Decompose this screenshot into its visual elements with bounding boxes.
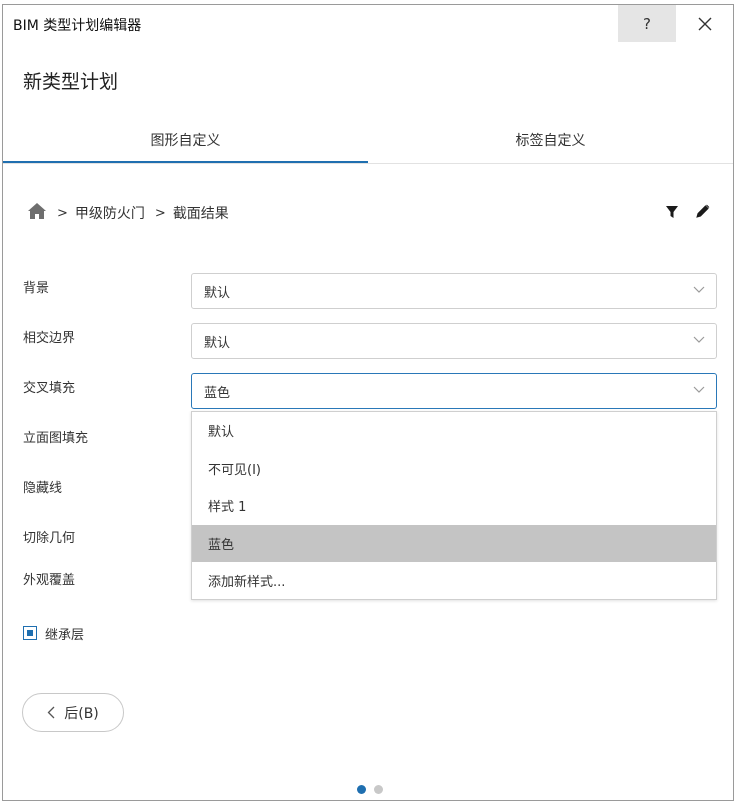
editor-window: BIM 类型计划编辑器 ? 新类型计划 图形自定义 标签自定义 > 甲级防火门 … bbox=[2, 4, 734, 801]
help-button[interactable]: ? bbox=[618, 5, 676, 42]
intersect-border-select[interactable]: 默认 bbox=[191, 323, 717, 359]
intersect-border-value: 默认 bbox=[204, 335, 231, 351]
home-icon[interactable] bbox=[27, 202, 47, 224]
cross-fill-dropdown: 默认 不可见(I) 样式 1 蓝色 添加新样式... bbox=[191, 411, 717, 600]
back-button[interactable]: 后(B) bbox=[22, 693, 124, 732]
edit-pencil-icon[interactable] bbox=[695, 204, 710, 223]
dropdown-option-add-style[interactable]: 添加新样式... bbox=[192, 562, 716, 600]
background-select[interactable]: 默认 bbox=[191, 273, 717, 309]
close-button[interactable] bbox=[679, 5, 731, 42]
checkbox-checked-mark bbox=[27, 630, 33, 636]
elevation-fill-label: 立面图填充 bbox=[23, 431, 89, 446]
dropdown-option-invisible[interactable]: 不可见(I) bbox=[192, 450, 716, 488]
page-dot-active[interactable] bbox=[357, 785, 366, 794]
breadcrumb-item-section-result: 截面结果 bbox=[172, 206, 229, 222]
chevron-left-icon bbox=[47, 706, 55, 719]
background-label: 背景 bbox=[23, 281, 50, 296]
window-title: BIM 类型计划编辑器 bbox=[13, 18, 142, 34]
breadcrumb-separator: > bbox=[57, 205, 68, 221]
dropdown-option-style-1[interactable]: 样式 1 bbox=[192, 487, 716, 525]
tab-bar: 图形自定义 标签自定义 bbox=[3, 123, 733, 164]
page-title: 新类型计划 bbox=[23, 71, 119, 93]
back-button-label: 后(B) bbox=[64, 705, 99, 722]
breadcrumb-separator: > bbox=[154, 205, 166, 221]
dropdown-option-blue[interactable]: 蓝色 bbox=[192, 524, 716, 562]
title-bar: BIM 类型计划编辑器 ? bbox=[3, 5, 733, 42]
tab-graphics-custom[interactable]: 图形自定义 bbox=[3, 123, 368, 163]
inherit-layer-label: 继承层 bbox=[45, 628, 85, 643]
chevron-down-icon bbox=[693, 286, 705, 293]
chevron-down-icon bbox=[693, 386, 705, 393]
background-value: 默认 bbox=[204, 285, 231, 301]
appearance-override-label: 外观覆盖 bbox=[23, 573, 76, 588]
cross-fill-value: 蓝色 bbox=[204, 385, 231, 401]
tab-labels-custom[interactable]: 标签自定义 bbox=[368, 123, 733, 163]
cut-geometry-label: 切除几何 bbox=[23, 531, 76, 546]
breadcrumb-tools bbox=[665, 204, 710, 223]
intersect-border-label: 相交边界 bbox=[23, 331, 76, 346]
breadcrumb-item-fire-door[interactable]: 甲级防火门 bbox=[75, 203, 145, 223]
filter-icon[interactable] bbox=[665, 204, 679, 223]
close-icon bbox=[698, 17, 712, 30]
cross-fill-label: 交叉填充 bbox=[23, 381, 76, 396]
dropdown-option-default[interactable]: 默认 bbox=[192, 412, 716, 450]
page-dot-inactive[interactable] bbox=[374, 785, 383, 794]
chevron-down-icon bbox=[693, 336, 705, 343]
inherit-layer-checkbox[interactable] bbox=[23, 626, 37, 640]
cross-fill-select[interactable]: 蓝色 bbox=[191, 373, 717, 409]
hidden-line-label: 隐藏线 bbox=[23, 481, 63, 496]
breadcrumb: > 甲级防火门 > 截面结果 bbox=[27, 203, 229, 223]
pagination-dots bbox=[357, 785, 383, 794]
